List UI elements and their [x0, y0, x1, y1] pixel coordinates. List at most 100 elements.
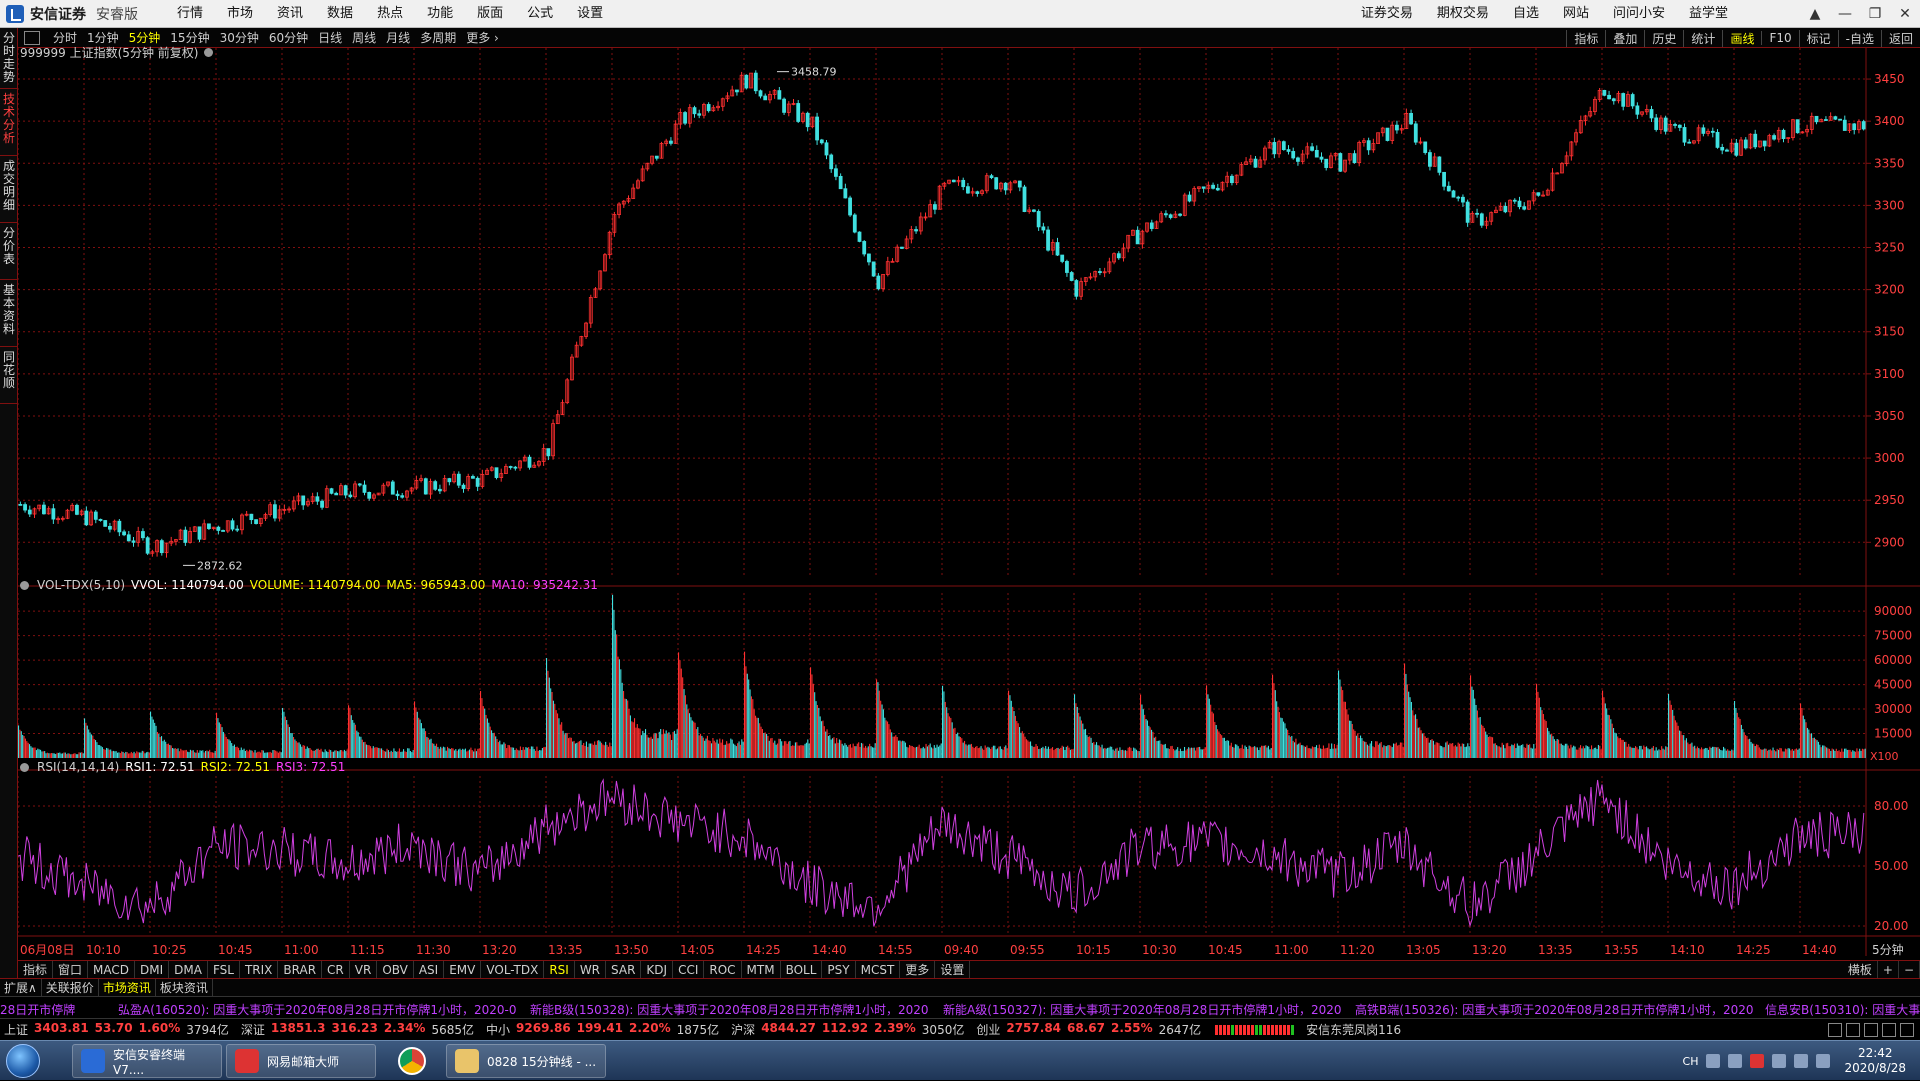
- menu-item-trading[interactable]: 证券交易: [1349, 0, 1425, 28]
- period-30min[interactable]: 30分钟: [215, 29, 264, 46]
- layout-toggle[interactable]: 横板: [1843, 960, 1878, 979]
- tool-draw[interactable]: 画线: [1722, 29, 1761, 47]
- mail-tray-icon[interactable]: [1750, 1054, 1765, 1068]
- indicator-tab[interactable]: BRAR: [278, 960, 323, 979]
- signal-icon[interactable]: [1794, 1054, 1809, 1068]
- tab-intraday[interactable]: 分时走势: [0, 28, 18, 89]
- taskbar-app-terminal[interactable]: 安信安睿终端V7....: [72, 1044, 222, 1078]
- keyboard-icon[interactable]: [1706, 1054, 1721, 1068]
- clock[interactable]: 22:42 2020/8/28: [1838, 1046, 1912, 1076]
- ticker-item[interactable]: 新能B级(150328): 因重大事项于2020年08月28日开市停牌1小时，2…: [530, 1001, 929, 1018]
- zoom-button[interactable]: +: [1878, 960, 1899, 979]
- period-multi[interactable]: 多周期: [415, 29, 461, 46]
- menu-item-market[interactable]: 市场: [215, 0, 265, 28]
- indicator-tab[interactable]: BOLL: [781, 960, 823, 979]
- indicator-tab[interactable]: KDJ: [641, 960, 674, 979]
- indicator-tab[interactable]: DMA: [169, 960, 208, 979]
- alert-icon[interactable]: [1864, 1022, 1878, 1037]
- period-monthly[interactable]: 月线: [381, 29, 415, 46]
- settings-dot-icon[interactable]: [204, 47, 214, 57]
- grid-icon[interactable]: [1900, 1022, 1914, 1037]
- menu-item-quotes[interactable]: 行情: [165, 0, 215, 28]
- indicator-tab[interactable]: FSL: [208, 960, 240, 979]
- sound-icon[interactable]: [1882, 1022, 1896, 1037]
- period-daily[interactable]: 日线: [313, 29, 347, 46]
- menu-item-data[interactable]: 数据: [315, 0, 365, 28]
- tab-fundamentals[interactable]: 基本资料: [0, 280, 18, 347]
- skin-icon[interactable]: ▲: [1800, 0, 1830, 28]
- tab-tonghuashun[interactable]: 同花顺: [0, 347, 18, 404]
- index-smallcap[interactable]: 中小 9269.86 199.41 2.20% 1875亿: [482, 1021, 727, 1038]
- layout-icon[interactable]: [1828, 1022, 1842, 1037]
- indicator-tab[interactable]: VOL-TDX: [481, 960, 545, 979]
- menu-item-ask[interactable]: 问问小安: [1601, 0, 1677, 28]
- volume-settings-icon[interactable]: [20, 580, 29, 590]
- indicator-tab[interactable]: MCST: [856, 960, 901, 979]
- tool-f10[interactable]: F10: [1761, 31, 1798, 45]
- indicator-tab[interactable]: 更多: [900, 960, 936, 979]
- indicator-tab[interactable]: MACD: [88, 960, 136, 979]
- indicator-tab[interactable]: EMV: [444, 960, 482, 979]
- indicator-tab[interactable]: WR: [575, 960, 607, 979]
- news-ticker[interactable]: 28日开市停牌 弘盈A(160520): 因重大事项于2020年08月28日开市…: [0, 996, 1920, 1018]
- ticker-item[interactable]: 28日开市停牌: [0, 1001, 75, 1018]
- menu-item-website[interactable]: 网站: [1551, 0, 1601, 28]
- indicator-tab[interactable]: MTM: [742, 960, 781, 979]
- chart-area[interactable]: 3450 3400 3350 3300 3250 3200 3150 3100 3050 3000…: [18, 46, 1920, 968]
- menu-item-options[interactable]: 期权交易: [1425, 0, 1501, 28]
- menu-item-functions[interactable]: 功能: [415, 0, 465, 28]
- indicator-tab[interactable]: VR: [350, 960, 378, 979]
- period-60min[interactable]: 60分钟: [264, 29, 313, 46]
- indicator-tab[interactable]: DMI: [135, 960, 170, 979]
- indicator-tab[interactable]: ASI: [414, 960, 445, 979]
- indicator-tab[interactable]: RSI: [544, 960, 575, 979]
- tab-market-news[interactable]: 市场资讯: [99, 978, 156, 997]
- tool-mark[interactable]: 标记: [1798, 29, 1838, 47]
- indicator-tab[interactable]: SAR: [606, 960, 642, 979]
- menu-item-formula[interactable]: 公式: [515, 0, 565, 28]
- menu-item-academy[interactable]: 益学堂: [1677, 0, 1740, 28]
- window-icon[interactable]: [1846, 1022, 1860, 1037]
- monitor-icon[interactable]: [1772, 1054, 1787, 1068]
- tool-remove-watch[interactable]: -自选: [1837, 29, 1881, 47]
- tab-trade-detail[interactable]: 成交明细: [0, 156, 18, 223]
- indicator-tab[interactable]: 设置: [935, 960, 971, 979]
- restore-icon[interactable]: ❐: [1860, 0, 1890, 28]
- tool-history[interactable]: 历史: [1644, 29, 1683, 47]
- indicator-tab[interactable]: CR: [322, 960, 350, 979]
- server-station[interactable]: 安信东莞凤岗116: [1306, 1021, 1401, 1038]
- ticker-item[interactable]: 新能A级(150327): 因重大事项于2020年08月28日开市停牌1小时，2…: [943, 1001, 1342, 1018]
- expand-button[interactable]: 扩展∧: [0, 978, 42, 997]
- indicator-tab[interactable]: PSY: [822, 960, 856, 979]
- menu-item-hot[interactable]: 热点: [365, 0, 415, 28]
- tab-sector-news[interactable]: 板块资讯: [156, 978, 213, 997]
- tool-overlay[interactable]: 叠加: [1605, 29, 1644, 47]
- tool-indicator[interactable]: 指标: [1566, 29, 1605, 47]
- indicator-tab[interactable]: CCI: [673, 960, 705, 979]
- chart-canvas[interactable]: 3450340033503300325032003150310030503000…: [18, 48, 1920, 960]
- index-hs300[interactable]: 沪深 4844.27 112.92 2.39% 3050亿: [727, 1021, 972, 1038]
- indicator-tab[interactable]: ROC: [704, 960, 742, 979]
- tool-back[interactable]: 返回: [1880, 29, 1920, 47]
- windows-start-icon[interactable]: [6, 1044, 40, 1078]
- taskbar-app-paint[interactable]: 0828 15分钟线 - ...: [446, 1044, 606, 1078]
- period-weekly[interactable]: 周线: [347, 29, 381, 46]
- ticker-item[interactable]: 信息安B(150310): 因重大事项: [1765, 1001, 1920, 1018]
- taskbar-app-chrome[interactable]: [390, 1044, 434, 1078]
- indicator-tab[interactable]: OBV: [377, 960, 414, 979]
- period-more[interactable]: 更多 ›: [461, 29, 504, 46]
- tab-related-quotes[interactable]: 关联报价: [42, 978, 99, 997]
- network-icon[interactable]: [1728, 1054, 1743, 1068]
- indicator-tab[interactable]: 指标: [18, 960, 54, 979]
- close-icon[interactable]: ✕: [1890, 0, 1920, 28]
- menu-item-layout[interactable]: 版面: [465, 0, 515, 28]
- menu-item-watchlist[interactable]: 自选: [1501, 0, 1551, 28]
- rsi-settings-icon[interactable]: [20, 762, 29, 772]
- zoom-button[interactable]: −: [1899, 960, 1920, 979]
- index-chinext[interactable]: 创业 2757.84 68.67 2.55% 2647亿: [972, 1021, 1209, 1038]
- indicator-tab[interactable]: TRIX: [240, 960, 279, 979]
- index-shenzhen[interactable]: 深证 13851.3 316.23 2.34% 5685亿: [237, 1021, 482, 1038]
- indicator-tab[interactable]: 窗口: [53, 960, 89, 979]
- tab-price-table[interactable]: 分价表: [0, 223, 18, 280]
- minimize-icon[interactable]: —: [1830, 0, 1860, 28]
